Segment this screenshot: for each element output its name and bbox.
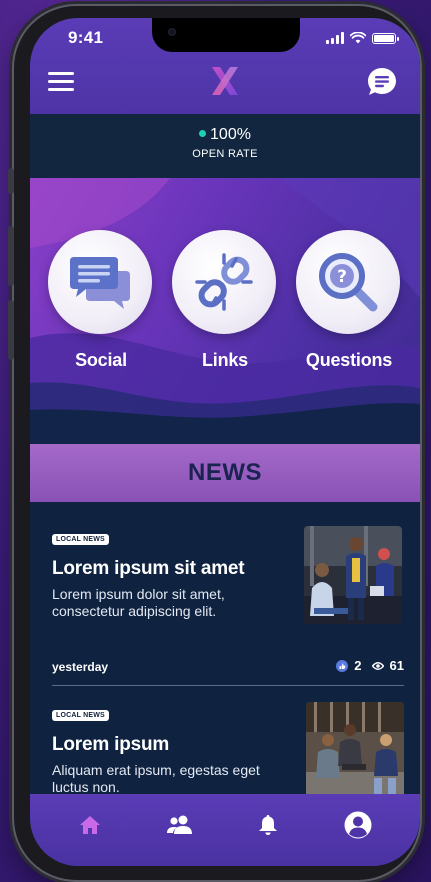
magnifier-question-icon: ? <box>319 253 378 312</box>
svg-text:?: ? <box>337 267 347 287</box>
category-label: Questions <box>305 350 393 370</box>
news-stats: 2 61 <box>336 658 404 673</box>
volume-down-button <box>8 300 14 360</box>
status-dot-icon <box>199 130 207 137</box>
hamburger-icon[interactable] <box>48 72 74 92</box>
status-time: 9:41 <box>68 28 104 47</box>
tab-notifications[interactable] <box>253 812 283 838</box>
news-thumbnail-photo[interactable] <box>304 526 402 624</box>
social-button[interactable] <box>48 230 152 334</box>
open-rate-value-row: 100% <box>30 126 420 144</box>
links-button[interactable] <box>172 230 276 334</box>
camera-icon <box>168 28 176 36</box>
news-feed: LOCAL NEWS Lorem ipsum sit amet Lorem ip… <box>30 502 420 800</box>
mute-switch <box>8 168 14 194</box>
app-screen: 9:41 100% OPEN RATE Social Links ? Quest… <box>30 18 420 866</box>
bell-icon <box>259 815 277 835</box>
tab-home[interactable] <box>75 812 105 838</box>
news-badge: LOCAL NEWS <box>52 534 109 545</box>
category-label: Social <box>75 350 127 370</box>
category-label: Links <box>201 350 248 370</box>
category-links[interactable]: Links <box>172 230 278 371</box>
news-section-header: NEWS <box>30 444 420 502</box>
category-hero: Social Links ? Questions <box>30 178 420 444</box>
category-social[interactable]: Social <box>48 230 154 371</box>
app-logo <box>212 67 238 95</box>
news-title: NEWS <box>188 459 262 486</box>
news-badge: LOCAL NEWS <box>52 710 109 721</box>
notch <box>152 18 300 52</box>
like-count: 2 <box>354 658 362 673</box>
tab-profile[interactable] <box>343 811 373 839</box>
battery-icon <box>372 32 399 44</box>
news-summary: Aliquam erat ipsum, egestas eget luctus … <box>52 762 260 795</box>
home-icon <box>80 816 100 834</box>
broken-link-icon <box>195 253 253 311</box>
chat-bubble-icon[interactable] <box>366 66 398 98</box>
profile-icon <box>344 811 372 839</box>
category-questions[interactable]: ? Questions <box>296 230 402 371</box>
news-summary: Lorem ipsum dolor sit amet, consectetur … <box>52 586 225 619</box>
like-icon[interactable] <box>336 659 349 672</box>
view-count: 61 <box>389 658 404 673</box>
users-icon <box>167 815 192 834</box>
news-thumbnail-photo[interactable] <box>306 702 404 800</box>
tab-community[interactable] <box>165 812 195 838</box>
chat-bubbles-icon <box>70 257 130 309</box>
status-icons <box>326 32 399 44</box>
app-header: 9:41 <box>30 18 420 114</box>
volume-up-button <box>8 226 14 286</box>
signal-icon <box>326 32 344 44</box>
open-rate-value: 100% <box>210 126 251 143</box>
open-rate-panel: 100% OPEN RATE <box>30 114 420 178</box>
bottom-tab-bar <box>30 794 420 866</box>
eye-icon <box>371 661 384 670</box>
open-rate-label: OPEN RATE <box>192 148 258 160</box>
news-divider <box>52 685 404 686</box>
news-date: yesterday <box>52 660 109 674</box>
wifi-icon <box>350 32 366 44</box>
news-meta-row: yesterday 2 61 <box>52 658 404 676</box>
questions-button[interactable]: ? <box>296 230 400 334</box>
